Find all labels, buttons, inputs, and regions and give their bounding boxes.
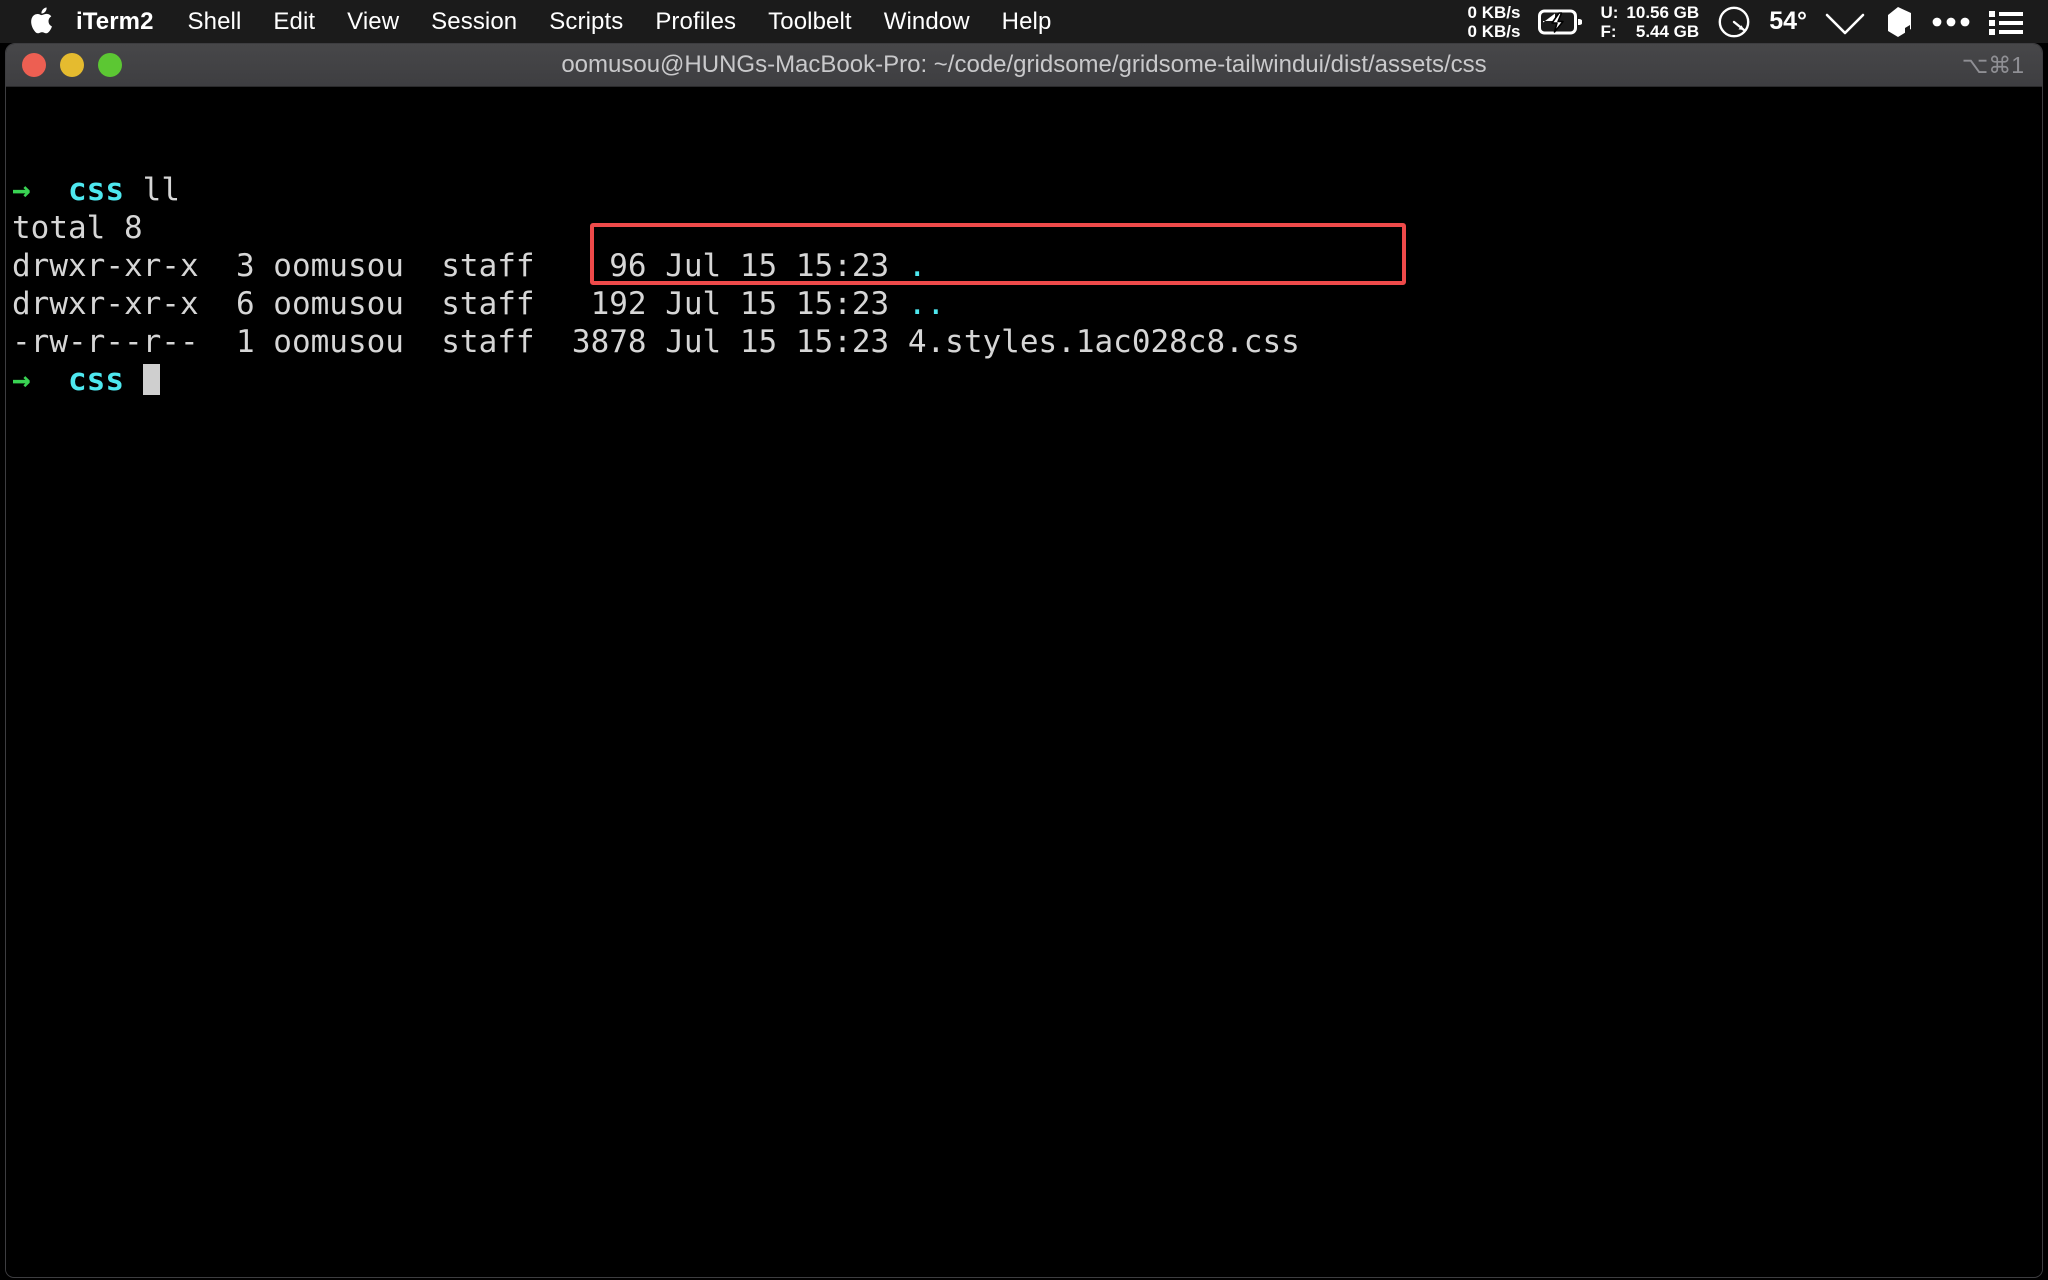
memory-used-value: 10.56 GB xyxy=(1626,2,1700,22)
window-controls xyxy=(22,53,122,77)
menu-item-shell[interactable]: Shell xyxy=(172,0,258,43)
terminal-text-segment: . xyxy=(907,248,927,284)
terminal-text-segment: .. xyxy=(907,286,946,322)
temperature-indicator[interactable]: 54° xyxy=(1760,0,1816,43)
terminal-line-file-css: -rw-r--r-- 1 oomusou staff 3878 Jul 15 1… xyxy=(12,323,2042,361)
terminal-text-segment: css xyxy=(68,362,124,398)
terminal-line-command: → css ll xyxy=(12,171,2042,209)
menu-item-profiles[interactable]: Profiles xyxy=(639,0,752,43)
terminal-text-segment: ll xyxy=(124,172,180,208)
terminal-text-segment: total 8 xyxy=(12,210,143,246)
zoom-button[interactable] xyxy=(98,53,122,77)
terminal-text-segment: drwxr-xr-x 6 oomusou staff 192 Jul 15 15… xyxy=(12,286,908,322)
menu-item-help[interactable]: Help xyxy=(986,0,1068,43)
window-title: oomusou@HUNGs-MacBook-Pro: ~/code/gridso… xyxy=(561,51,1487,78)
clock-gauge-indicator[interactable] xyxy=(1708,0,1760,43)
window-shortcut-hint: ⌥⌘1 xyxy=(1961,51,2024,78)
menu-item-session[interactable]: Session xyxy=(415,0,533,43)
temperature-value: 54° xyxy=(1769,7,1807,35)
menu-item-scripts[interactable]: Scripts xyxy=(533,0,639,43)
wifi-status[interactable] xyxy=(1816,0,1874,43)
terminal-text-segment: → xyxy=(12,362,68,398)
memory-free-label: F: xyxy=(1600,21,1617,41)
clock-gauge-icon xyxy=(1717,5,1751,39)
menu-item-iterm2[interactable]: iTerm2 xyxy=(76,0,172,43)
network-speed-indicator[interactable]: 0 KB/s 0 KB/s xyxy=(1459,0,1530,43)
network-download-speed: 0 KB/s xyxy=(1467,21,1521,41)
terminal-line-dir-parent: drwxr-xr-x 6 oomusou staff 192 Jul 15 15… xyxy=(12,285,2042,323)
network-upload-speed: 0 KB/s xyxy=(1467,2,1521,22)
minimize-button[interactable] xyxy=(60,53,84,77)
control-center-button[interactable] xyxy=(1980,0,2032,43)
terminal-line-prompt: → css xyxy=(12,361,2042,399)
menu-item-window[interactable]: Window xyxy=(868,0,986,43)
menu-bar-left: iTerm2 Shell Edit View Session Scripts P… xyxy=(0,0,1067,43)
terminal-window: oomusou@HUNGs-MacBook-Pro: ~/code/gridso… xyxy=(5,43,2043,1278)
menu-item-view[interactable]: View xyxy=(331,0,415,43)
memory-used-label: U: xyxy=(1600,2,1619,22)
menu-bar: iTerm2 Shell Edit View Session Scripts P… xyxy=(0,0,2048,43)
memory-usage-indicator[interactable]: U: F: 10.56 GB 5.44 GB xyxy=(1591,0,1708,43)
cube-icon xyxy=(1883,6,1913,38)
terminal-text-segment: -rw-r--r-- 1 oomusou staff 3878 Jul 15 1… xyxy=(12,324,1300,360)
battery-status[interactable] xyxy=(1529,0,1591,43)
menu-item-toolbelt[interactable]: Toolbelt xyxy=(752,0,868,43)
terminal-cursor xyxy=(142,364,160,395)
menu-item-edit[interactable]: Edit xyxy=(257,0,331,43)
battery-charging-icon xyxy=(1538,9,1583,35)
menu-bar-status-area: 0 KB/s 0 KB/s U: F: 10.56 GB 5.44 GB 54° xyxy=(1459,0,2048,43)
close-button[interactable] xyxy=(22,53,46,77)
terminal-text-segment: css xyxy=(68,172,124,208)
terminal-line-dir-current: drwxr-xr-x 3 oomusou staff 96 Jul 15 15:… xyxy=(12,247,2042,285)
apple-logo-icon[interactable] xyxy=(28,7,54,37)
window-title-bar[interactable]: oomusou@HUNGs-MacBook-Pro: ~/code/gridso… xyxy=(6,44,2042,87)
terminal-output-area[interactable]: → css ll total 8 drwxr-xr-x 3 oomusou staf… xyxy=(6,87,2042,1276)
terminal-line-total: total 8 xyxy=(12,209,2042,247)
dropbox-status[interactable] xyxy=(1874,0,1922,43)
terminal-lines: → css ll total 8 drwxr-xr-x 3 oomusou staf… xyxy=(12,171,2042,399)
terminal-text-segment: → xyxy=(12,172,68,208)
wifi-icon xyxy=(1825,8,1865,36)
more-status[interactable] xyxy=(1922,0,1980,43)
memory-free-value: 5.44 GB xyxy=(1635,21,1700,41)
more-dots-icon xyxy=(1931,16,1971,28)
list-menu-icon xyxy=(1989,9,2023,35)
terminal-text-segment: drwxr-xr-x 3 oomusou staff 96 Jul 15 15:… xyxy=(12,248,908,284)
